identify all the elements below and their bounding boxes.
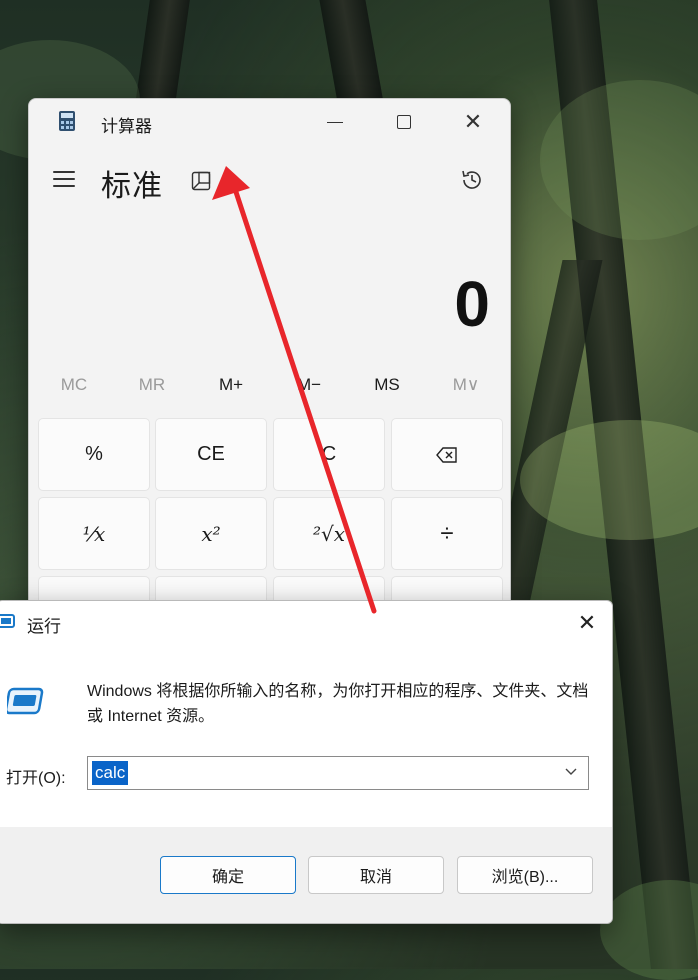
reciprocal-button[interactable]: ¹⁄x [38, 497, 150, 570]
open-label: 打开(O): [6, 770, 66, 787]
backspace-button[interactable] [391, 418, 503, 491]
memory-list-button[interactable]: M∨ [431, 375, 501, 395]
run-program-icon [7, 687, 44, 715]
minimize-icon [327, 121, 343, 123]
chevron-down-icon[interactable] [564, 766, 578, 778]
close-icon: ✕ [577, 610, 597, 635]
run-dialog[interactable]: 运行 ✕ Windows 将根据你所输入的名称，为你打开相应的程序、文件夹、文档… [0, 600, 613, 924]
memory-add-button[interactable]: M+ [196, 375, 266, 395]
minimize-button[interactable] [312, 107, 358, 137]
calculator-window[interactable]: 计算器 ✕ 标准 0 MC MR M+ M− MS M∨ % CE C ¹⁄x … [28, 98, 511, 620]
divide-button[interactable]: ÷ [391, 497, 503, 570]
cancel-button[interactable]: 取消 [308, 856, 444, 894]
calculator-title: 计算器 [101, 117, 152, 136]
run-description: Windows 将根据你所输入的名称，为你打开相应的程序、文件夹、文档或 Int… [87, 683, 589, 725]
browse-button[interactable]: 浏览(B)... [457, 856, 593, 894]
calculator-display: 0 [454, 268, 490, 340]
memory-recall-button[interactable]: MR [117, 375, 187, 395]
square-root-button[interactable]: ²√x [273, 497, 385, 570]
calculator-titlebar[interactable]: 计算器 ✕ [29, 99, 510, 145]
percent-button[interactable]: % [38, 418, 150, 491]
open-combobox[interactable]: calc [87, 756, 589, 790]
open-input-value[interactable]: calc [92, 761, 129, 785]
run-dialog-title: 运行 [27, 617, 61, 636]
backspace-icon [436, 446, 457, 463]
memory-clear-button[interactable]: MC [39, 375, 109, 395]
square-button[interactable]: x² [155, 497, 267, 570]
maximize-button[interactable] [381, 107, 427, 137]
memory-bar: MC MR M+ M− MS M∨ [29, 375, 510, 405]
ok-button[interactable]: 确定 [160, 856, 296, 894]
close-icon: ✕ [463, 109, 483, 134]
maximize-icon [397, 115, 411, 129]
run-title-icon [0, 614, 15, 628]
run-close-button[interactable]: ✕ [567, 605, 607, 641]
keep-on-top-icon[interactable] [191, 171, 211, 191]
menu-hamburger-icon[interactable] [53, 171, 75, 192]
close-button[interactable]: ✕ [450, 107, 496, 137]
clear-entry-button[interactable]: CE [155, 418, 267, 491]
memory-subtract-button[interactable]: M− [274, 375, 344, 395]
memory-store-button[interactable]: MS [352, 375, 422, 395]
calculator-mode-title: 标准 [101, 170, 163, 203]
history-icon[interactable] [459, 167, 485, 193]
calculator-app-icon [59, 111, 75, 131]
clear-button[interactable]: C [273, 418, 385, 491]
